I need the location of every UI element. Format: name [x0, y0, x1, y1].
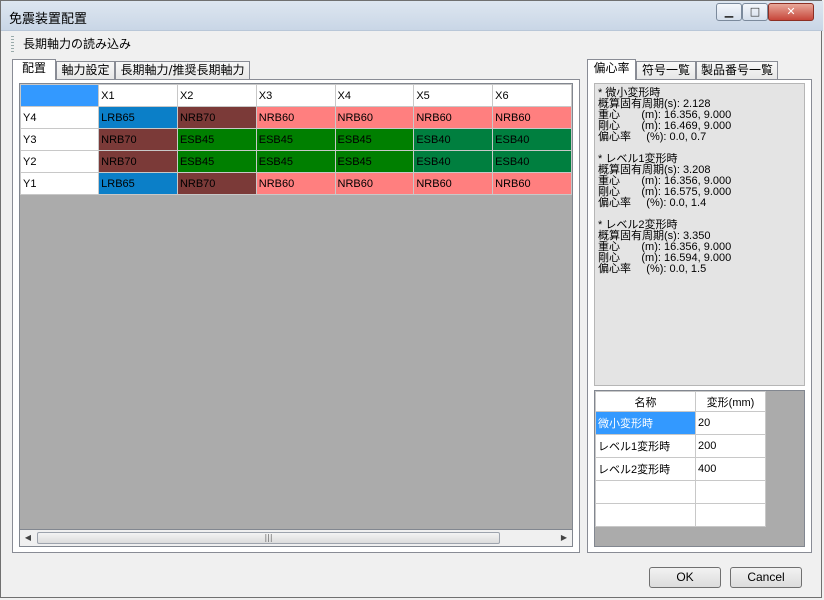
deformation-table: 名称 変形(mm) 微小変形時 20 レベル1変形時 200 レベル2変形時 400 — [595, 391, 766, 527]
isolator-cell[interactable]: NRB60 — [334, 106, 415, 129]
minimize-button[interactable]: ▁ — [716, 3, 742, 21]
deformation-value-cell[interactable]: 400 — [695, 457, 766, 481]
layout-table: X1 X2 X3 X4 X5 X6 Y4 LRB65 NRB70 NRB60 NRB60 NRB60 N… — [20, 84, 572, 195]
deformation-grid: 名称 変形(mm) 微小変形時 20 レベル1変形時 200 レベル2変形時 400 — [594, 390, 805, 547]
table-row: 微小変形時 20 — [595, 411, 766, 435]
minimize-icon: ▁ — [724, 5, 734, 18]
title-bar[interactable]: 免震装置配置 ▁ □ ✕ — [1, 1, 823, 31]
isolator-cell[interactable]: NRB70 — [98, 150, 178, 173]
isolator-cell[interactable]: NRB60 — [492, 172, 572, 195]
column-header[interactable]: X3 — [255, 84, 336, 107]
column-header[interactable]: X2 — [176, 84, 257, 107]
isolator-cell[interactable]: NRB70 — [98, 128, 178, 151]
isolator-cell[interactable]: NRB60 — [334, 172, 415, 195]
row-header[interactable]: Y1 — [20, 172, 100, 195]
eccentricity-info: * 微小変形時 概算固有周期(s): 2.128 重心 (m): 16.356, 9… — [594, 83, 805, 386]
tab-eccentricity[interactable]: 偏心率 — [587, 59, 636, 80]
table-row: Y2 NRB70 ESB45 ESB45 ESB45 ESB40 ESB40 — [20, 150, 572, 173]
isolator-cell[interactable]: NRB60 — [492, 106, 572, 129]
info-line: 偏心率 (%): 0.0, 0.7 — [598, 131, 707, 143]
deformation-name-cell[interactable] — [595, 503, 696, 527]
isolator-cell[interactable]: ESB40 — [413, 128, 494, 151]
tab-layout[interactable]: 配置 — [12, 59, 56, 80]
table-row: Y3 NRB70 ESB45 ESB45 ESB45 ESB40 ESB40 — [20, 128, 572, 151]
maximize-icon: □ — [749, 5, 761, 18]
table-row: Y4 LRB65 NRB70 NRB60 NRB60 NRB60 NRB60 — [20, 106, 572, 129]
isolator-cell[interactable]: NRB70 — [176, 172, 257, 195]
column-header[interactable]: X6 — [492, 84, 572, 107]
column-header[interactable]: X4 — [334, 84, 415, 107]
horizontal-scrollbar[interactable]: ◀ ||| ▶ — [19, 530, 573, 547]
scroll-thumb[interactable]: ||| — [37, 532, 500, 544]
maximize-button[interactable]: □ — [742, 3, 768, 21]
deformation-value-cell[interactable] — [695, 480, 766, 504]
tab-symbol-list[interactable]: 符号一覧 — [636, 61, 696, 80]
close-icon: ✕ — [786, 5, 796, 18]
deformation-value-cell[interactable]: 20 — [695, 411, 766, 435]
table-row — [595, 480, 766, 504]
column-header[interactable]: X5 — [413, 84, 494, 107]
table-row: レベル1変形時 200 — [595, 434, 766, 458]
deformation-value-cell[interactable] — [695, 503, 766, 527]
deformation-column-header[interactable]: 変形(mm) — [695, 391, 766, 412]
window-title: 免震装置配置 — [9, 12, 88, 27]
deformation-value-cell[interactable]: 200 — [695, 434, 766, 458]
deformation-name-cell[interactable]: レベル1変形時 — [595, 434, 696, 458]
deformation-name-cell[interactable]: レベル2変形時 — [595, 457, 696, 481]
cancel-button[interactable]: Cancel — [730, 567, 802, 588]
isolator-cell[interactable]: LRB65 — [98, 172, 178, 195]
isolator-cell[interactable]: ESB45 — [255, 128, 336, 151]
tab-axial-force-settings[interactable]: 軸力設定 — [56, 61, 115, 80]
toolbar-grip-icon[interactable] — [11, 36, 14, 52]
isolator-cell[interactable]: ESB45 — [334, 128, 415, 151]
tab-product-number-list[interactable]: 製品番号一覧 — [696, 61, 778, 80]
isolator-cell[interactable]: ESB45 — [334, 150, 415, 173]
isolator-cell[interactable]: LRB65 — [98, 106, 178, 129]
table-row — [595, 503, 766, 527]
deformation-column-header[interactable]: 名称 — [595, 391, 696, 412]
table-row: Y1 LRB65 NRB70 NRB60 NRB60 NRB60 NRB60 — [20, 172, 572, 195]
toolbar: 長期軸力の読み込み — [9, 31, 815, 57]
load-axial-force-button[interactable]: 長期軸力の読み込み — [23, 35, 131, 52]
row-header[interactable]: Y4 — [20, 106, 100, 129]
isolator-cell[interactable]: ESB40 — [492, 150, 572, 173]
isolator-cell[interactable]: NRB70 — [176, 106, 257, 129]
isolator-cell[interactable]: ESB45 — [176, 150, 257, 173]
info-line: 偏心率 (%): 0.0, 1.4 — [598, 197, 707, 209]
isolator-cell[interactable]: ESB40 — [492, 128, 572, 151]
row-header[interactable]: Y2 — [20, 150, 100, 173]
grid-corner-cell[interactable] — [20, 84, 100, 107]
deformation-name-cell[interactable]: 微小変形時 — [595, 411, 696, 435]
scroll-right-icon[interactable]: ▶ — [556, 530, 572, 546]
isolator-cell[interactable]: NRB60 — [255, 106, 336, 129]
isolator-cell[interactable]: NRB60 — [255, 172, 336, 195]
info-line: 偏心率 (%): 0.0, 1.5 — [598, 263, 707, 275]
scroll-left-icon[interactable]: ◀ — [20, 530, 36, 546]
tab-long-term-axial-force[interactable]: 長期軸力/推奨長期軸力 — [115, 61, 250, 80]
isolator-cell[interactable]: ESB45 — [255, 150, 336, 173]
row-header[interactable]: Y3 — [20, 128, 100, 151]
isolator-cell[interactable]: ESB45 — [176, 128, 257, 151]
ok-button[interactable]: OK — [649, 567, 721, 588]
isolator-cell[interactable]: NRB60 — [413, 172, 494, 195]
layout-grid: X1 X2 X3 X4 X5 X6 Y4 LRB65 NRB70 NRB60 NRB60 NRB60 N… — [19, 83, 573, 530]
deformation-name-cell[interactable] — [595, 480, 696, 504]
isolator-cell[interactable]: NRB60 — [413, 106, 494, 129]
column-header[interactable]: X1 — [98, 84, 178, 107]
isolator-cell[interactable]: ESB40 — [413, 150, 494, 173]
close-button[interactable]: ✕ — [768, 3, 814, 21]
table-row: レベル2変形時 400 — [595, 457, 766, 481]
